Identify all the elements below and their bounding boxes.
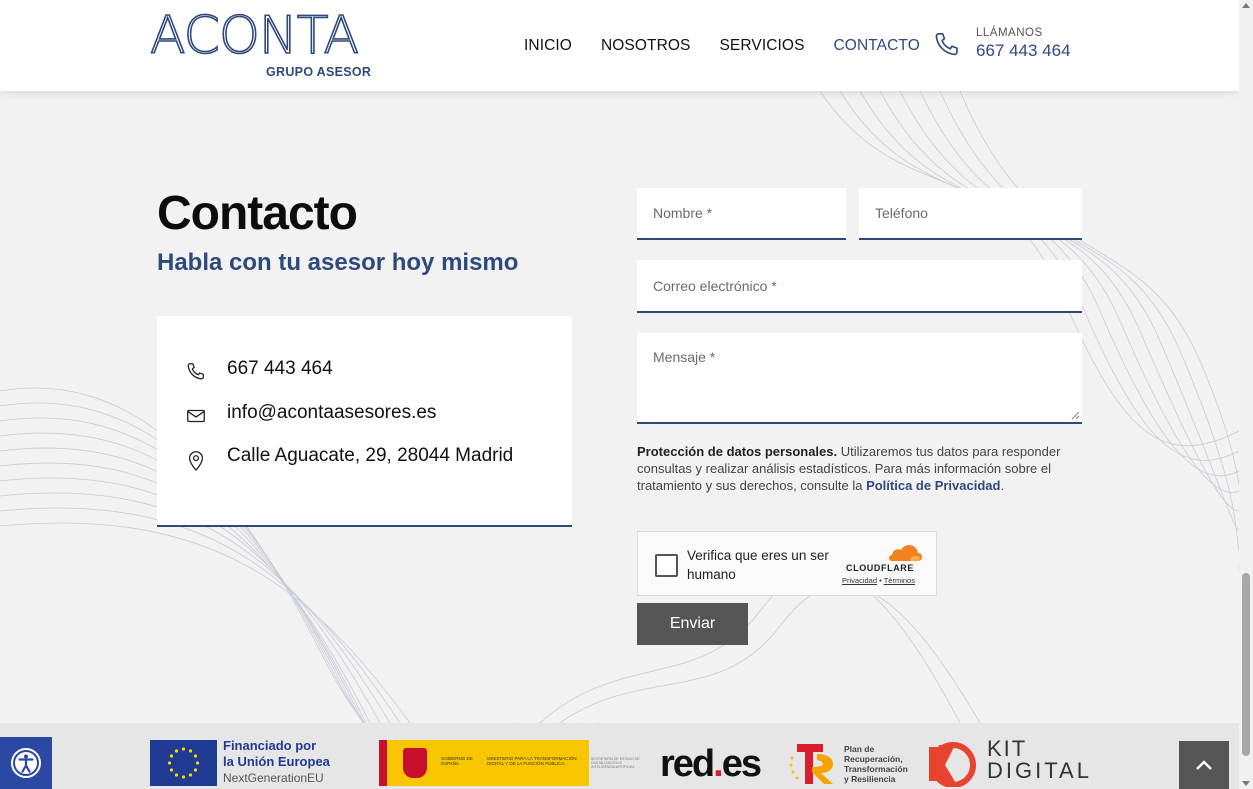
prtr-text: Plan de Recuperación, Transformación y R…	[844, 744, 908, 784]
scroll-to-top-button[interactable]	[1179, 741, 1229, 789]
nav-servicios[interactable]: SERVICIOS	[719, 37, 804, 55]
site-header: ACONTA GRUPO ASESOR INICIO NOSOTROS SERV…	[0, 0, 1239, 91]
funding-footer: Financiado por la Unión Europea NextGene…	[0, 723, 1239, 789]
header-call-block[interactable]: LLÁMANOS 667 443 464	[932, 27, 1092, 67]
phone-input[interactable]	[859, 188, 1082, 238]
prtr-line-1: Plan de	[844, 744, 875, 754]
prtr-line-4: y Resiliencia	[844, 774, 896, 784]
captcha-terms-link[interactable]: Términos	[884, 576, 915, 585]
eu-line-2: la Unión Europea	[223, 754, 330, 769]
scrollbar-thumb[interactable]	[1242, 573, 1250, 756]
cloudflare-captcha: Verifica que eres un ser humano CLOUDFLA…	[637, 531, 937, 596]
contact-address: Calle Aguacate, 29, 28044 Madrid	[227, 445, 514, 466]
phone-icon	[187, 363, 204, 380]
accessibility-button[interactable]	[0, 737, 52, 789]
scroll-up-arrow-icon[interactable]	[1242, 3, 1250, 8]
resize-grip-icon[interactable]	[1071, 411, 1080, 420]
captcha-privacy-link[interactable]: Privacidad	[842, 576, 877, 585]
contact-info-card: 667 443 464 info@acontaasesores.es Calle…	[157, 316, 572, 527]
privacy-policy-link[interactable]: Política de Privacidad	[866, 478, 1000, 493]
captcha-link-separator: •	[877, 576, 884, 585]
prtr-line-3: Transformación	[844, 764, 908, 774]
eu-stars-icon	[167, 747, 200, 779]
logo-subtitle: GRUPO ASESOR	[266, 65, 372, 79]
call-label: LLÁMANOS	[976, 27, 1043, 39]
captcha-label: Verifica que eres un ser humano	[687, 548, 829, 582]
mail-icon	[187, 409, 205, 423]
message-textarea[interactable]	[637, 333, 1082, 422]
privacy-notice: Protección de datos personales. Utilizar…	[637, 443, 1087, 494]
name-field-wrapper	[637, 188, 846, 240]
aconta-logo[interactable]: ACONTA GRUPO ASESOR	[149, 5, 375, 82]
contact-email-row[interactable]: info@acontaasesores.es	[185, 402, 557, 427]
spain-coat-of-arms-icon	[403, 748, 427, 778]
kit-digital-logo: KIT DIGITAL	[925, 738, 1095, 788]
eu-flag-icon	[150, 740, 217, 786]
contact-phone: 667 443 464	[227, 358, 333, 379]
main-nav: INICIO NOSOTROS SERVICIOS CONTACTO	[524, 37, 949, 55]
page-subtitle: Habla con tu asesor hoy mismo	[157, 249, 519, 276]
kit-line-2: DIGITAL	[987, 758, 1092, 783]
plan-recuperacion-logo: Plan de Recuperación, Transformación y R…	[787, 739, 917, 787]
submit-button[interactable]: Enviar	[637, 603, 748, 645]
kit-digital-text: KIT DIGITAL	[987, 738, 1092, 782]
nav-inicio[interactable]: INICIO	[524, 37, 572, 55]
page-title: Contacto	[157, 187, 358, 240]
contact-email: info@acontaasesores.es	[227, 402, 437, 423]
nav-contacto[interactable]: CONTACTO	[834, 37, 920, 55]
spain-flag-strip	[379, 740, 387, 786]
cloudflare-branding: CLOUDFLARE Privacidad • Términos	[842, 544, 926, 585]
name-input[interactable]	[637, 188, 846, 238]
location-pin-icon	[188, 451, 204, 472]
prtr-mark-icon	[789, 744, 833, 784]
contact-phone-row[interactable]: 667 443 464	[185, 358, 557, 383]
chevron-up-icon	[1196, 760, 1212, 770]
scroll-down-arrow-icon[interactable]	[1242, 781, 1250, 786]
privacy-heading: Protección de datos personales.	[637, 444, 838, 459]
gobierno-text: GOBIERNO DE ESPAÑA	[441, 756, 473, 766]
call-number[interactable]: 667 443 464	[976, 41, 1071, 61]
reds-main: red	[660, 743, 715, 785]
ministerio-text: MINISTERIO PARA LA TRANSFORMACIÓN DIGITA…	[487, 756, 577, 766]
secretaria-text: SECRETARÍA DE ESTADO DE DIGITALIZACIÓN E…	[591, 757, 640, 769]
reds-dot: .	[713, 743, 723, 785]
reds-end: es	[721, 743, 762, 785]
kit-digital-mark-icon	[929, 742, 976, 787]
logo-wordmark: ACONTA	[149, 5, 360, 67]
page-scrollbar[interactable]	[1239, 0, 1253, 789]
cloudflare-name: CLOUDFLARE	[846, 563, 914, 573]
phone-icon	[935, 32, 958, 56]
captcha-links: Privacidad • Términos	[842, 576, 926, 585]
contact-address-row: Calle Aguacate, 29, 28044 Madrid	[185, 445, 557, 472]
secretaria-estado-logo: SECRETARÍA DE ESTADO DE DIGITALIZACIÓN E…	[591, 743, 645, 783]
eu-line-3: NextGenerationEU	[223, 771, 324, 785]
cloudflare-cloud-icon	[889, 545, 922, 561]
red-es-logo: red.es	[660, 743, 762, 786]
captcha-checkbox[interactable]	[655, 554, 678, 577]
phone-field-wrapper	[859, 188, 1082, 240]
prtr-line-2: Recuperación,	[844, 754, 903, 764]
accessibility-icon	[11, 748, 41, 778]
email-input[interactable]	[637, 260, 1082, 311]
privacy-end: .	[1000, 478, 1005, 493]
eu-line-1: Financiado por	[223, 738, 317, 753]
email-field-wrapper	[637, 260, 1082, 313]
nav-nosotros[interactable]: NOSOTROS	[601, 37, 691, 55]
message-field-wrapper	[637, 333, 1082, 424]
eu-funding-text: Financiado por la Unión Europea NextGene…	[223, 738, 330, 786]
gobierno-espana-logo: GOBIERNO DE ESPAÑA MINISTERIO PARA LA TR…	[379, 740, 589, 786]
kit-line-1: KIT	[987, 736, 1028, 761]
